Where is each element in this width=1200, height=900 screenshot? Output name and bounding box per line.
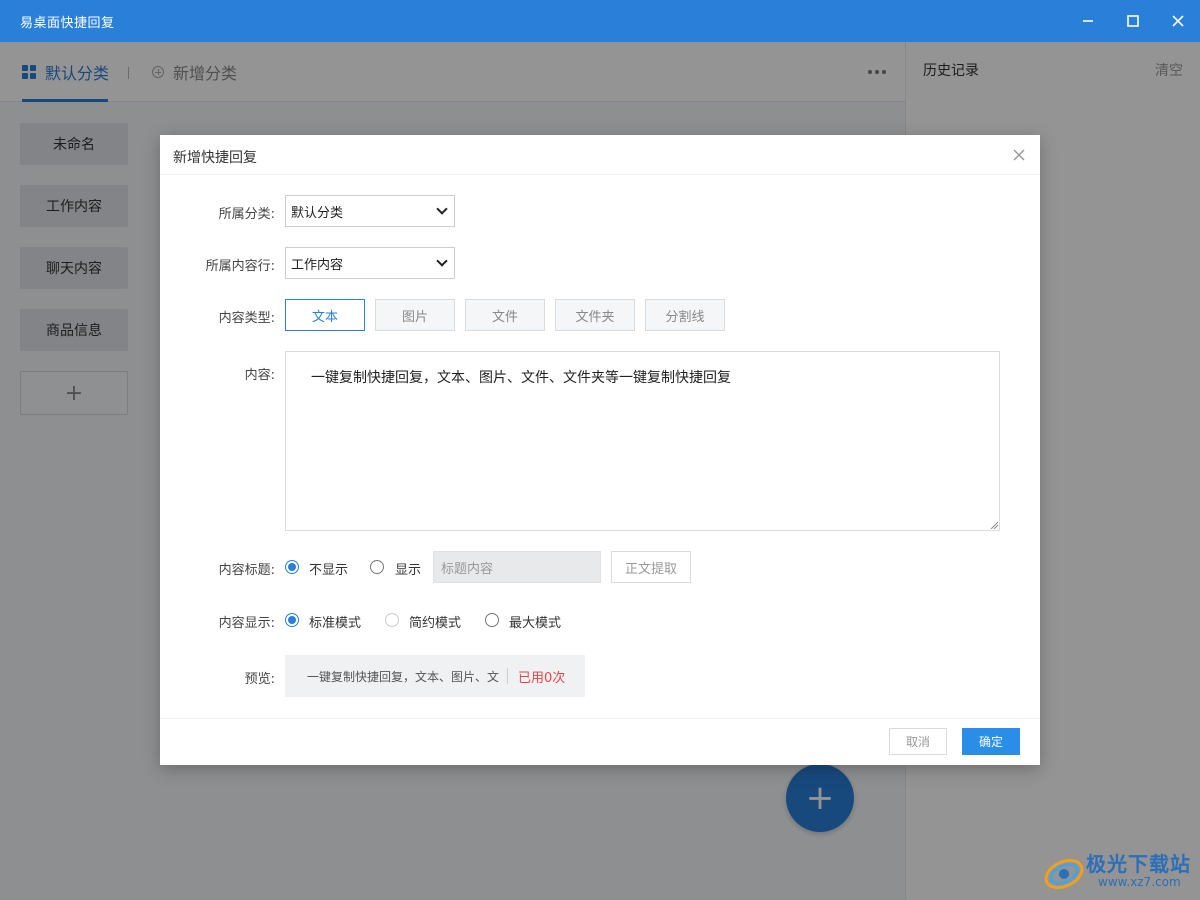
- preview-divider: [507, 668, 508, 684]
- extract-body-button[interactable]: 正文提取: [611, 551, 691, 583]
- content-row-label: 所属内容行:: [205, 259, 275, 274]
- type-file-button[interactable]: 文件: [465, 299, 545, 331]
- title-show-radio[interactable]: [370, 560, 384, 574]
- dialog-title: 新增快捷回复: [173, 150, 257, 166]
- resize-grip-icon[interactable]: [990, 521, 998, 529]
- display-simple-label: 简约模式: [409, 616, 462, 631]
- watermark-logo-icon: [1044, 858, 1084, 890]
- dialog-header: 新增快捷回复: [160, 135, 1040, 175]
- minimize-button[interactable]: [1065, 0, 1110, 42]
- add-quick-reply-dialog: 新增快捷回复 所属分类: 默认分类 所属内容行: 工作内容 内容类型: 文本 图…: [160, 135, 1040, 765]
- title-hide-radio[interactable]: [285, 560, 299, 574]
- display-max-radio[interactable]: [485, 613, 499, 627]
- preview-box: 一键复制快捷回复，文本、图片、文 已用0次: [285, 655, 585, 697]
- confirm-button[interactable]: 确定: [962, 728, 1020, 755]
- chevron-down-icon: [436, 255, 448, 267]
- content-display-label: 内容显示:: [218, 616, 275, 631]
- watermark-url: www.xz7.com: [1098, 875, 1181, 889]
- display-simple-radio[interactable]: [385, 613, 399, 627]
- title-show-label: 显示: [395, 563, 422, 578]
- maximize-icon: [1126, 15, 1139, 27]
- type-folder-button[interactable]: 文件夹: [555, 299, 635, 331]
- category-select-value: 默认分类: [291, 205, 344, 221]
- preview-label: 预览:: [244, 672, 275, 687]
- type-text-button[interactable]: 文本: [285, 299, 365, 331]
- display-standard-radio[interactable]: [285, 613, 299, 627]
- close-window-button[interactable]: [1155, 0, 1200, 42]
- content-title-label: 内容标题:: [218, 563, 275, 578]
- title-input[interactable]: 标题内容: [433, 551, 601, 583]
- close-icon: [1171, 15, 1184, 27]
- content-textarea[interactable]: 一键复制快捷回复，文本、图片、文件、文件夹等一键复制快捷回复: [285, 351, 1000, 531]
- maximize-button[interactable]: [1110, 0, 1155, 42]
- watermark-text: 极光下载站: [1086, 852, 1191, 876]
- display-max-label: 最大模式: [509, 616, 562, 631]
- content-row-select[interactable]: 工作内容: [285, 247, 455, 279]
- site-watermark: 极光下载站 www.xz7.com: [1042, 846, 1197, 896]
- minimize-icon: [1082, 20, 1093, 22]
- type-divider-button[interactable]: 分割线: [645, 299, 725, 331]
- window-controls: [1065, 0, 1200, 42]
- display-standard-label: 标准模式: [309, 616, 362, 631]
- window-title: 易桌面快捷回复: [20, 15, 115, 31]
- title-bar: 易桌面快捷回复: [0, 0, 1200, 42]
- category-select[interactable]: 默认分类: [285, 195, 455, 227]
- content-type-label: 内容类型:: [218, 311, 275, 326]
- content-label: 内容:: [244, 368, 275, 383]
- cancel-button[interactable]: 取消: [889, 728, 947, 755]
- close-icon: [1013, 149, 1025, 161]
- title-hide-label: 不显示: [309, 563, 349, 578]
- chevron-down-icon: [436, 203, 448, 215]
- preview-used-count: 已用0次: [518, 670, 566, 686]
- content-row-select-value: 工作内容: [291, 257, 344, 273]
- type-image-button[interactable]: 图片: [375, 299, 455, 331]
- title-input-placeholder: 标题内容: [441, 561, 494, 577]
- content-text: 一键复制快捷回复，文本、图片、文件、文件夹等一键复制快捷回复: [311, 370, 731, 386]
- dialog-close-button[interactable]: [1010, 146, 1028, 164]
- category-label: 所属分类:: [218, 207, 275, 222]
- preview-text: 一键复制快捷回复，文本、图片、文: [307, 669, 500, 684]
